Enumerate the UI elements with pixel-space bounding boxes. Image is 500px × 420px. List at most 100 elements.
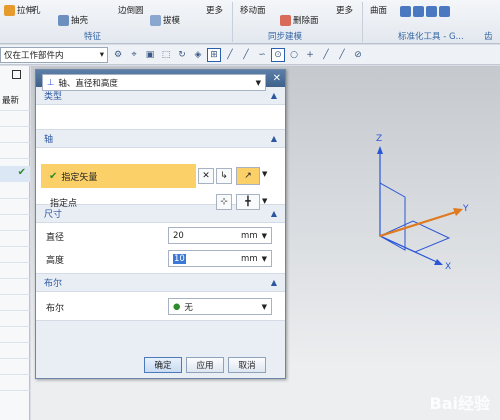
selection-toolbar: 仅在工作部件内 ▾ ⚙ ⌖ ▣ ⬚ ↻ ◈ ⊞ ╱ ╱ ∽ ⊙ ○ + ╱ ╱ … — [0, 45, 500, 65]
draft-icon — [150, 14, 161, 26]
point-select-icon[interactable]: ╋ — [236, 194, 260, 210]
divider — [0, 374, 30, 375]
draft-button[interactable]: 拔模 — [150, 14, 180, 26]
z-axis-label: Z — [376, 134, 383, 144]
vector-dialog-icon[interactable]: ↳ — [216, 168, 232, 184]
divider — [0, 278, 30, 279]
divider — [0, 142, 30, 143]
diameter-label: 直径 — [46, 233, 65, 243]
line-icon[interactable]: ╱ — [320, 49, 332, 61]
surface-button[interactable]: 曲面 — [370, 4, 387, 16]
hole-button[interactable]: 孔 — [32, 4, 41, 16]
divider — [0, 358, 30, 359]
diameter-input[interactable]: 20 mm ▼ — [168, 227, 272, 244]
boolean-none-icon: ● — [173, 301, 181, 312]
ribbon-divider — [232, 2, 233, 42]
tool-icon — [439, 6, 450, 17]
checkmark-icon: ✔ — [17, 167, 26, 178]
part-navigator-panel: 最新 ✔ — [0, 66, 30, 420]
shell-button[interactable]: 抽壳 — [58, 14, 88, 26]
vector-select-icon[interactable]: ↗ — [236, 167, 260, 185]
ribbon-divider — [362, 2, 363, 42]
collapse-icon[interactable]: ▲ — [271, 91, 277, 100]
collapse-icon[interactable]: ▲ — [271, 209, 277, 218]
circle-center-icon[interactable]: ⊙ — [271, 47, 285, 62]
axis-section-body: ✔ 指定矢量 ✕ ↳ ↗ ▼ 指定点 ⊹ ╋ ▼ — [36, 147, 285, 210]
grid-snap-icon[interactable]: ⊞ — [207, 47, 221, 62]
divider — [0, 246, 30, 247]
extrude-icon — [4, 4, 15, 16]
list-item[interactable]: ✔ — [0, 166, 30, 182]
chevron-down-icon[interactable]: ▼ — [262, 170, 267, 178]
move-face-button[interactable]: 移动面 — [240, 4, 266, 16]
line-icon[interactable]: ╱ — [240, 49, 252, 61]
close-icon[interactable]: ✕ — [273, 73, 281, 84]
crosshair-icon[interactable]: + — [304, 49, 316, 61]
more-feature-button[interactable]: 更多 — [206, 4, 223, 16]
chevron-down-icon: ▾ — [99, 49, 104, 60]
type-section-body: ⊥ 轴、直径和高度 ▼ — [36, 74, 285, 130]
selection-scope-select[interactable]: 仅在工作部件内 ▾ — [0, 46, 108, 63]
delete-face-button[interactable]: 删除面 — [280, 14, 319, 26]
tangent-icon[interactable]: ⊘ — [352, 49, 364, 61]
curve-icon[interactable]: ∽ — [256, 49, 268, 61]
chevron-down-icon: ▼ — [261, 254, 267, 263]
point-dialog-icon[interactable]: ⊹ — [216, 194, 232, 210]
group-label-gear: 齿 — [484, 32, 493, 42]
cylinder-dialog: ⚙ 圆柱 ↺ ✕ 类型 ▲ ⊥ 轴、直径和高度 ▼ 轴 ▲ ✔ 指定矢量 ✕ ↳… — [35, 69, 286, 379]
axis-section-header[interactable]: 轴 ▲ — [36, 130, 285, 147]
circle-icon[interactable]: ○ — [288, 49, 300, 61]
boolean-section-body: 布尔 ● 无 ▼ — [36, 291, 285, 321]
divider — [0, 198, 30, 199]
snap-icon[interactable]: ⌖ — [128, 49, 140, 61]
select-icon[interactable]: ▣ — [144, 49, 156, 61]
apply-button[interactable]: 应用 — [186, 357, 224, 373]
divider — [0, 158, 30, 159]
divider — [0, 342, 30, 343]
boolean-select[interactable]: ● 无 ▼ — [168, 298, 272, 315]
collapse-icon[interactable]: ▲ — [271, 134, 277, 143]
divider — [0, 390, 30, 391]
extrude-button[interactable]: 拉伸 — [4, 4, 34, 16]
line-icon[interactable]: ╱ — [224, 49, 236, 61]
delete-face-icon — [280, 14, 291, 26]
chevron-down-icon: ▼ — [261, 302, 267, 311]
height-label: 高度 — [46, 256, 65, 266]
cancel-button[interactable]: 取消 — [228, 357, 266, 373]
ok-button[interactable]: 确定 — [144, 357, 182, 373]
panel-toggle-icon[interactable] — [12, 70, 21, 79]
more-sync-button[interactable]: 更多 — [336, 4, 353, 16]
filter-icon[interactable]: ⚙ — [112, 49, 124, 61]
divider — [0, 262, 30, 263]
box-select-icon[interactable]: ⬚ — [160, 49, 172, 61]
boolean-section-header[interactable]: 布尔 ▲ — [36, 274, 285, 291]
type-select[interactable]: ⊥ 轴、直径和高度 ▼ — [42, 74, 266, 91]
latest-label: 最新 — [2, 96, 20, 106]
checkmark-icon: ✔ — [49, 170, 58, 182]
edge-blend-button[interactable]: 边倒圆 — [118, 4, 144, 16]
divider — [0, 230, 30, 231]
y-axis-vector — [379, 209, 460, 238]
ribbon: 拉伸 孔 抽壳 边倒圆 拔模 更多 移动面 删除面 更多 曲面 特征 同步建模 … — [0, 0, 500, 44]
line-icon[interactable]: ╱ — [336, 49, 348, 61]
specify-point-label: 指定点 — [50, 199, 78, 209]
divider — [0, 310, 30, 311]
divider — [0, 110, 30, 111]
collapse-icon[interactable]: ▲ — [271, 278, 277, 287]
group-label-sync-modeling: 同步建模 — [268, 32, 303, 42]
shell-icon — [58, 14, 69, 26]
divider — [0, 326, 30, 327]
specify-vector-row[interactable]: ✔ 指定矢量 — [41, 164, 196, 188]
height-input[interactable]: 10 mm ▼ — [168, 250, 272, 267]
x-axis-line — [379, 235, 440, 264]
cube-icon[interactable]: ◈ — [192, 49, 204, 61]
x-axis-label: X — [445, 262, 452, 272]
watermark: Bai经验 — [429, 394, 490, 413]
chevron-down-icon[interactable]: ▼ — [262, 197, 267, 205]
standard-tools-icons[interactable] — [400, 6, 450, 17]
size-section-body: 直径 20 mm ▼ 高度 10 mm ▼ — [36, 222, 285, 274]
tool-icon — [426, 6, 437, 17]
rotate-icon[interactable]: ↻ — [176, 49, 188, 61]
boolean-label: 布尔 — [46, 304, 65, 314]
reverse-direction-icon[interactable]: ✕ — [198, 168, 214, 184]
